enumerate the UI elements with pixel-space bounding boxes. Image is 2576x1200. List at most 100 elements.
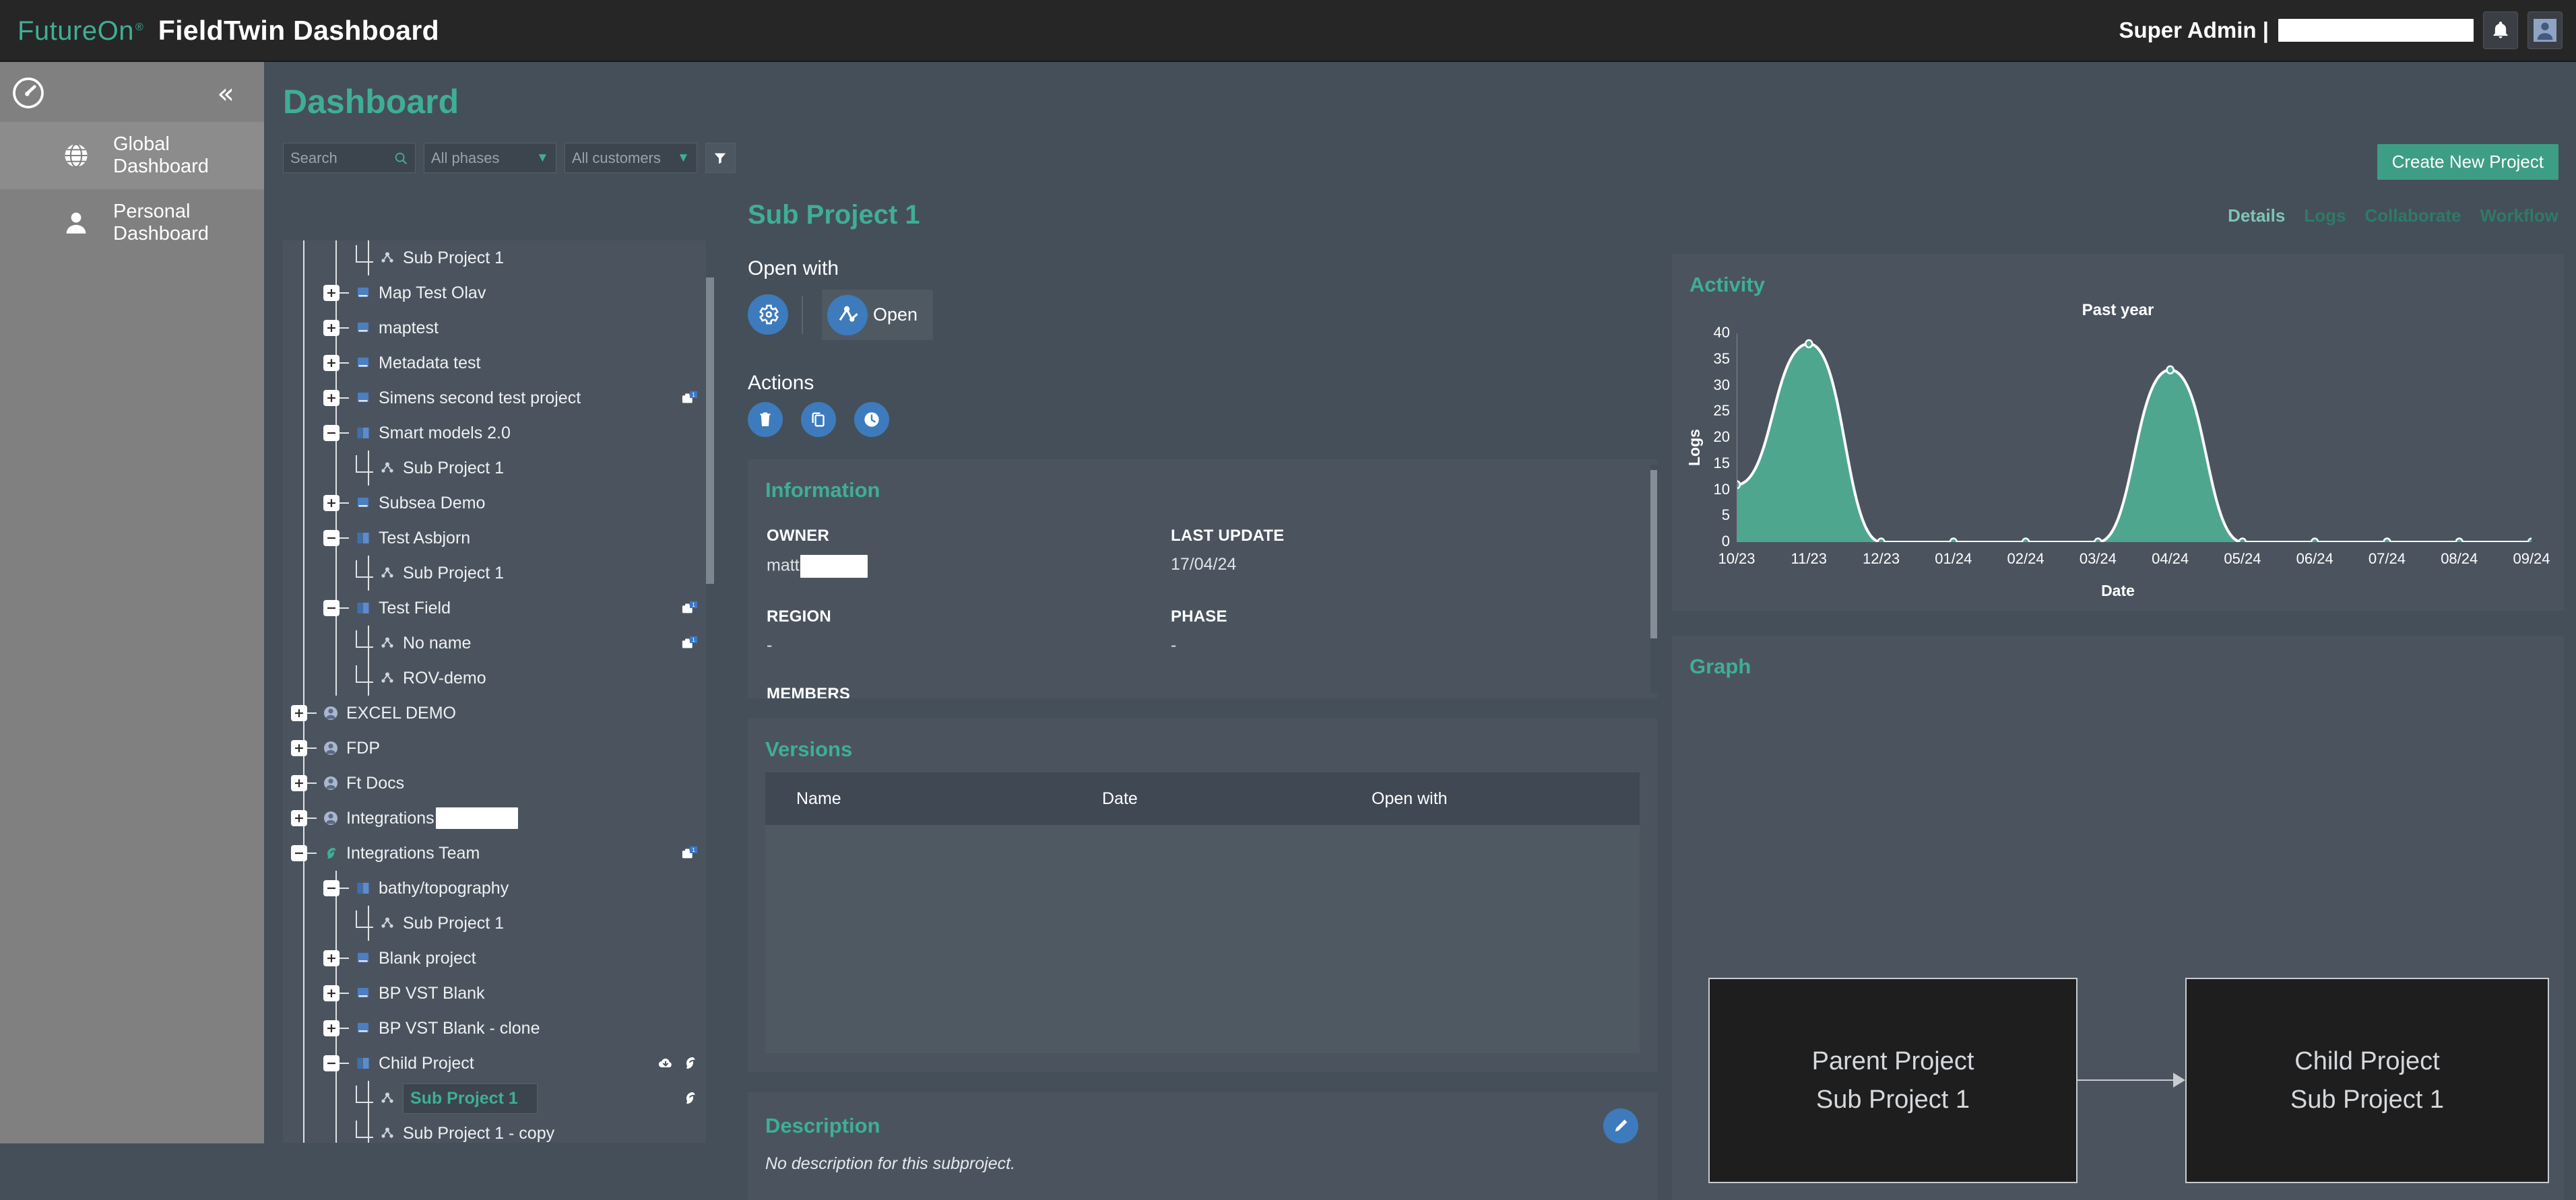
gear-icon: [759, 304, 779, 325]
versions-col-openwith: Open with: [1372, 789, 1448, 808]
collapse-panel-button[interactable]: «: [217, 79, 234, 108]
notifications-button[interactable]: [2483, 11, 2518, 49]
tab-details[interactable]: Details: [2228, 205, 2285, 226]
tree-row[interactable]: Sub Project 1: [283, 240, 714, 275]
chart-data-point[interactable]: [2167, 366, 2174, 374]
customer-select[interactable]: All customers ▼: [564, 143, 697, 173]
tab-workflow[interactable]: Workflow: [2480, 205, 2558, 226]
tree-row-label: Sub Project 1: [403, 248, 505, 267]
tree-row[interactable]: + Blank project: [283, 941, 714, 976]
chart-data-point[interactable]: [2022, 539, 2029, 543]
tree-expand-icon[interactable]: +: [291, 775, 307, 791]
chart-data-point[interactable]: [1950, 539, 1957, 543]
tree-row[interactable]: − bathy/topography: [283, 871, 714, 906]
tree-row[interactable]: + maptest: [283, 310, 714, 345]
tree-row[interactable]: − Smart models 2.0: [283, 415, 714, 451]
tree-row[interactable]: − Integrations Team 1: [283, 836, 714, 871]
tree-expand-icon[interactable]: +: [323, 495, 340, 511]
briefcase-1-icon[interactable]: 1: [682, 845, 698, 861]
chart-data-point[interactable]: [2094, 539, 2101, 543]
tree-row[interactable]: Sub Project 1: [283, 451, 714, 486]
tree-row[interactable]: + Simens second test project 1: [283, 380, 714, 415]
chart-data-point[interactable]: [2456, 539, 2463, 543]
graph-node-parent[interactable]: Parent Project Sub Project 1: [1708, 978, 2078, 1183]
tree-expand-icon[interactable]: +: [323, 390, 340, 406]
briefcase-1-icon[interactable]: 1: [682, 635, 698, 651]
nav-item-personal-dashboard[interactable]: Personal Dashboard: [0, 189, 264, 257]
tree-collapse-icon[interactable]: −: [323, 425, 340, 441]
tree-collapse-icon[interactable]: −: [323, 1055, 340, 1071]
copy-button[interactable]: [801, 402, 836, 437]
chart-data-point[interactable]: [2528, 539, 2532, 543]
search-box[interactable]: [283, 143, 416, 173]
chart-data-point[interactable]: [1805, 340, 1812, 347]
open-with-settings-button[interactable]: [748, 294, 788, 335]
delete-button[interactable]: [748, 402, 783, 437]
link-share-icon[interactable]: [682, 1090, 698, 1106]
top-bar: FutureOn ® FieldTwin Dashboard Super Adm…: [0, 0, 2576, 62]
tree-row[interactable]: − Test Field 1: [283, 591, 714, 626]
tree-collapse-icon[interactable]: −: [323, 880, 340, 896]
graph-node-child[interactable]: Child Project Sub Project 1: [2185, 978, 2549, 1183]
tree-row[interactable]: + Metadata test: [283, 345, 714, 380]
project-tree[interactable]: Sub Project 1 + Map Test Olav + maptest + Meta…: [283, 240, 714, 1143]
tree-collapse-icon[interactable]: −: [323, 600, 340, 616]
tree-row[interactable]: + Map Test Olav: [283, 275, 714, 310]
customer-avatar-icon: [322, 739, 340, 757]
tree-expand-icon[interactable]: +: [291, 705, 307, 721]
user-avatar-button[interactable]: [2527, 11, 2563, 49]
tree-expand-icon[interactable]: +: [323, 355, 340, 371]
create-new-project-button[interactable]: Create New Project: [2377, 144, 2558, 180]
tree-collapse-icon[interactable]: −: [323, 530, 340, 546]
tree-row[interactable]: − Test Asbjorn: [283, 521, 714, 556]
tree-row[interactable]: + BP VST Blank - clone: [283, 1011, 714, 1046]
tree-expand-icon[interactable]: +: [323, 950, 340, 966]
tab-logs[interactable]: Logs: [2304, 205, 2346, 226]
tree-row[interactable]: + BP VST Blank: [283, 976, 714, 1011]
chart-data-point[interactable]: [2311, 539, 2318, 543]
tree-row[interactable]: + Integrations: [283, 801, 714, 836]
tree-row[interactable]: Sub Project 1: [283, 1081, 714, 1116]
phase-select[interactable]: All phases ▼: [423, 143, 556, 173]
tree-row[interactable]: + Subsea Demo: [283, 486, 714, 521]
tree-expand-icon[interactable]: +: [323, 1020, 340, 1036]
tree-row[interactable]: Sub Project 1: [283, 906, 714, 941]
history-button[interactable]: [854, 402, 889, 437]
nav-item-global-dashboard[interactable]: Global Dashboard: [0, 122, 264, 189]
tree-row[interactable]: + EXCEL DEMO: [283, 696, 714, 731]
tree-row[interactable]: − Child Project: [283, 1046, 714, 1081]
tree-guide-line: [303, 1081, 304, 1116]
tree-row[interactable]: Sub Project 1 - copy: [283, 1116, 714, 1143]
dashboard-nav-panel: « Global Dashboard Personal Dashboard: [0, 62, 264, 1143]
tab-collaborate[interactable]: Collaborate: [2364, 205, 2461, 226]
cloud-download-icon[interactable]: [657, 1055, 674, 1071]
tree-expand-icon[interactable]: +: [323, 985, 340, 1001]
tree-collapse-icon[interactable]: −: [291, 845, 307, 861]
tree-expand-icon[interactable]: +: [323, 320, 340, 336]
chart-data-point[interactable]: [2383, 539, 2390, 543]
tree-row[interactable]: No name 1: [283, 626, 714, 661]
open-button[interactable]: Open: [822, 290, 933, 340]
tree-row[interactable]: + FDP: [283, 731, 714, 766]
tree-row[interactable]: + Ft Docs: [283, 766, 714, 801]
edit-description-button[interactable]: [1603, 1108, 1638, 1143]
chart-data-point[interactable]: [2239, 539, 2246, 543]
briefcase-1-icon[interactable]: 1: [682, 390, 698, 406]
tree-connector: [307, 712, 317, 714]
tree-row[interactable]: ROV-demo: [283, 661, 714, 696]
tree-row-badges: 1: [682, 635, 698, 651]
information-scrollbar-thumb[interactable]: [1650, 470, 1657, 638]
briefcase-1-icon[interactable]: 1: [682, 600, 698, 616]
tree-expand-icon[interactable]: +: [291, 740, 307, 756]
information-scrollbar-track[interactable]: [1650, 465, 1657, 693]
tree-guide-line: [335, 240, 337, 275]
link-share-icon[interactable]: [682, 1055, 698, 1071]
chart-data-point[interactable]: [1878, 539, 1885, 543]
search-input[interactable]: [290, 149, 398, 167]
speedometer-icon: [9, 74, 47, 112]
subproject-title: Sub Project 1: [748, 200, 920, 230]
tree-row[interactable]: Sub Project 1: [283, 556, 714, 591]
tree-expand-icon[interactable]: +: [323, 285, 340, 301]
filter-button[interactable]: [705, 143, 736, 173]
tree-expand-icon[interactable]: +: [291, 810, 307, 826]
